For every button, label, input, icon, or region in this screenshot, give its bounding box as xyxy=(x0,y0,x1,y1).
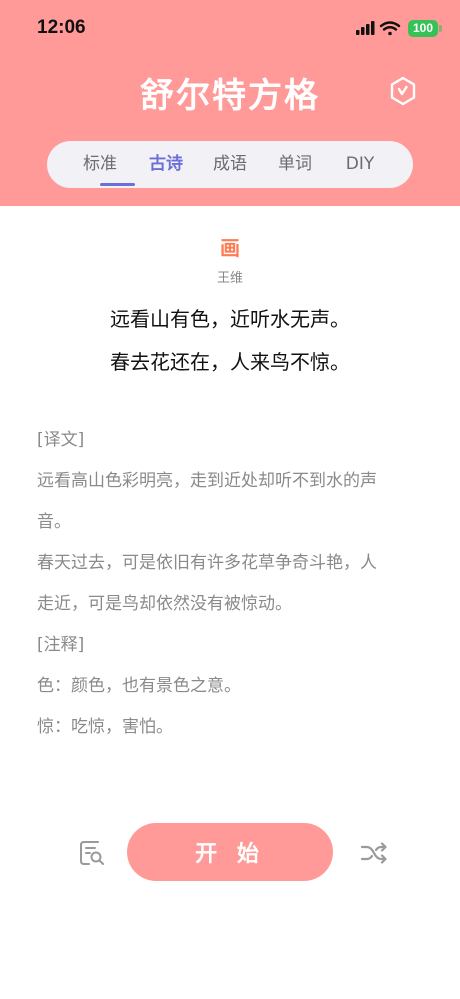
poem-title: 画 xyxy=(220,236,240,260)
note-line: 春天过去，可是依旧有许多花草争奇斗艳，人 xyxy=(37,553,377,573)
start-button[interactable]: 开 始 xyxy=(127,823,333,881)
poem-author: 王维 xyxy=(216,271,243,286)
shuffle-icon[interactable] xyxy=(359,839,389,867)
note-heading-translation: [译文] xyxy=(37,430,85,450)
active-tab-underline xyxy=(100,183,135,186)
status-time: 12:06 xyxy=(37,17,86,38)
wifi-icon xyxy=(379,21,401,36)
note-heading-annotation: [注释] xyxy=(37,635,85,655)
tab-standard[interactable]: 标准 xyxy=(67,141,133,188)
poem-notes: [译文] 远看高山色彩明亮，走到近处却听不到水的声 音。 春天过去，可是依旧有许… xyxy=(37,420,427,748)
tab-poem[interactable]: 古诗 xyxy=(133,141,199,188)
note-line: 色：颜色，也有景色之意。 xyxy=(37,676,241,696)
tab-diy[interactable]: DIY xyxy=(327,141,393,188)
cellular-signal-icon xyxy=(356,21,375,35)
battery-tip xyxy=(439,25,442,32)
tab-idiom[interactable]: 成语 xyxy=(197,141,263,188)
hexagon-check-icon[interactable] xyxy=(388,76,418,106)
note-line: 走近，可是鸟却依然没有被惊动。 xyxy=(37,594,292,614)
status-icons xyxy=(356,21,401,36)
poem-line: 春去花还在，人来鸟不惊。 xyxy=(110,350,350,374)
tab-word[interactable]: 单词 xyxy=(262,141,328,188)
note-line: 音。 xyxy=(37,512,71,532)
note-line: 远看高山色彩明亮，走到近处却听不到水的声 xyxy=(37,471,377,491)
mode-tabs: 标准 古诗 成语 单词 DIY xyxy=(47,141,413,188)
poem-line: 远看山有色，近听水无声。 xyxy=(110,307,350,331)
document-search-icon[interactable] xyxy=(78,839,106,867)
header: 12:06 100 舒尔特方格 标准 古诗 成语 单词 DIY xyxy=(0,0,460,206)
note-line: 惊：吃惊，害怕。 xyxy=(37,717,173,737)
battery-indicator: 100 xyxy=(408,20,438,37)
